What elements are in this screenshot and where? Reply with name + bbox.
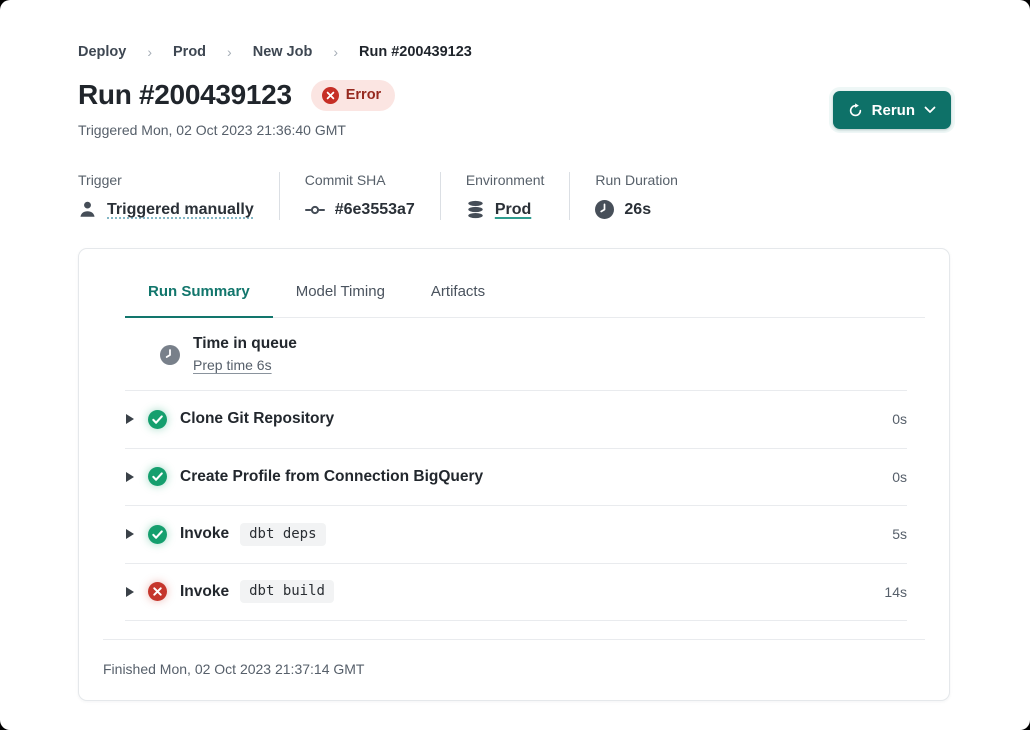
rerun-button[interactable]: Rerun bbox=[833, 91, 951, 129]
breadcrumb-prod[interactable]: Prod bbox=[173, 44, 206, 60]
tab-model-timing[interactable]: Model Timing bbox=[273, 268, 408, 317]
commit-sha-value: #6e3553a7 bbox=[335, 201, 415, 219]
meta-environment-label: Environment bbox=[466, 172, 545, 188]
command-chip: dbt deps bbox=[240, 523, 325, 546]
refresh-icon bbox=[848, 103, 863, 118]
step-row-clone-git[interactable]: Clone Git Repository 0s bbox=[125, 391, 907, 449]
expand-caret-icon[interactable] bbox=[126, 587, 134, 597]
tab-artifacts[interactable]: Artifacts bbox=[408, 268, 508, 317]
meta-environment: Environment Prod bbox=[441, 172, 570, 220]
meta-commit-label: Commit SHA bbox=[305, 172, 415, 188]
breadcrumb-separator: › bbox=[227, 44, 232, 60]
command-chip: dbt build bbox=[240, 580, 334, 603]
expand-caret-icon[interactable] bbox=[126, 414, 134, 424]
breadcrumb: Deploy › Prod › New Job › Run #200439123 bbox=[78, 44, 472, 60]
meta-duration-label: Run Duration bbox=[595, 172, 678, 188]
step-duration: 0s bbox=[892, 469, 907, 485]
commit-icon bbox=[305, 200, 325, 220]
meta-trigger: Trigger Triggered manually bbox=[78, 172, 279, 220]
time-in-queue-row: Time in queue Prep time 6s bbox=[125, 318, 907, 391]
success-check-icon bbox=[148, 467, 167, 486]
breadcrumb-new-job[interactable]: New Job bbox=[253, 44, 313, 60]
prep-time-link[interactable]: Prep time 6s bbox=[193, 357, 272, 373]
step-row-dbt-deps[interactable]: Invoke dbt deps 5s bbox=[125, 506, 907, 564]
step-label: Clone Git Repository bbox=[180, 410, 334, 428]
clock-icon bbox=[595, 200, 614, 219]
clock-icon bbox=[160, 345, 180, 365]
breadcrumb-current-run: Run #200439123 bbox=[359, 44, 472, 60]
success-check-icon bbox=[148, 410, 167, 429]
expand-caret-icon[interactable] bbox=[126, 529, 134, 539]
meta-commit-sha: Commit SHA #6e3553a7 bbox=[280, 172, 440, 220]
step-label: Create Profile from Connection BigQuery bbox=[180, 468, 483, 486]
step-duration: 5s bbox=[892, 526, 907, 542]
success-check-icon bbox=[148, 525, 167, 544]
error-circle-icon bbox=[322, 87, 339, 104]
meta-trigger-label: Trigger bbox=[78, 172, 254, 188]
environment-link[interactable]: Prod bbox=[495, 201, 531, 219]
rerun-button-label: Rerun bbox=[872, 102, 915, 119]
breadcrumb-separator: › bbox=[147, 44, 152, 60]
chevron-down-icon[interactable] bbox=[924, 106, 936, 114]
error-circle-icon bbox=[148, 582, 167, 601]
time-in-queue-title: Time in queue bbox=[193, 335, 297, 353]
page-title: Run #200439123 bbox=[78, 79, 292, 111]
step-duration: 14s bbox=[884, 584, 907, 600]
step-label: Invoke bbox=[180, 583, 229, 601]
status-badge-label: Error bbox=[346, 87, 381, 103]
breadcrumb-deploy[interactable]: Deploy bbox=[78, 44, 126, 60]
step-row-create-profile[interactable]: Create Profile from Connection BigQuery … bbox=[125, 449, 907, 507]
run-summary-card: Run Summary Model Timing Artifacts Time … bbox=[78, 248, 950, 701]
run-duration-value: 26s bbox=[624, 201, 651, 219]
status-badge: Error bbox=[311, 80, 395, 111]
trigger-value[interactable]: Triggered manually bbox=[107, 201, 254, 219]
tab-bar: Run Summary Model Timing Artifacts bbox=[125, 268, 925, 318]
step-duration: 0s bbox=[892, 411, 907, 427]
title-row: Run #200439123 Error bbox=[78, 79, 395, 111]
meta-run-duration: Run Duration 26s bbox=[570, 172, 703, 220]
run-detail-page: Deploy › Prod › New Job › Run #200439123… bbox=[0, 0, 1030, 730]
run-metadata: Trigger Triggered manually Commit SHA bbox=[78, 172, 703, 220]
breadcrumb-separator: › bbox=[333, 44, 338, 60]
database-icon bbox=[466, 200, 485, 219]
finished-timestamp: Finished Mon, 02 Oct 2023 21:37:14 GMT bbox=[103, 639, 925, 700]
tab-run-summary[interactable]: Run Summary bbox=[125, 268, 273, 318]
step-row-dbt-build[interactable]: Invoke dbt build 14s bbox=[125, 564, 907, 622]
person-icon bbox=[78, 200, 97, 219]
step-label: Invoke bbox=[180, 525, 229, 543]
triggered-timestamp: Triggered Mon, 02 Oct 2023 21:36:40 GMT bbox=[78, 122, 346, 138]
expand-caret-icon[interactable] bbox=[126, 472, 134, 482]
